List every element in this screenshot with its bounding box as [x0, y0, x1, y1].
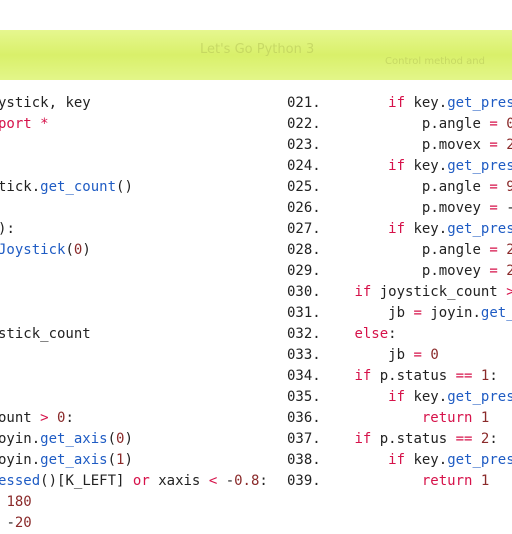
- code-text: else:: [354, 326, 397, 342]
- highlight-band: Let's Go Python 3 Control method and: [0, 30, 512, 80]
- code-text: if p.status == 2:: [354, 431, 498, 447]
- line-number: 030.: [287, 284, 321, 300]
- line-number: 028.: [287, 242, 321, 258]
- code-line: 037. if p.status == 2:: [287, 429, 512, 450]
- code-text: if key.get_press: [388, 95, 512, 111]
- code-line: oyin.get_axis(0): [0, 431, 133, 447]
- line-number: 021.: [287, 95, 321, 111]
- code-line: 021. if key.get_press: [287, 93, 512, 114]
- code-text: if key.get_press: [388, 221, 512, 237]
- code-text: if key.get_press: [388, 452, 512, 468]
- code-line: port *: [0, 116, 49, 132]
- line-number: 036.: [287, 410, 321, 426]
- code-line: 039. return 1: [287, 471, 512, 492]
- line-number: 031.: [287, 305, 321, 321]
- line-number: 033.: [287, 347, 321, 363]
- code-line: -20: [6, 515, 32, 531]
- code-line: 038. if key.get_press: [287, 450, 512, 471]
- code-line: 031. jb = joyin.get_b: [287, 303, 512, 324]
- code-line: 027. if key.get_press: [287, 219, 512, 240]
- code-text: p.angle = 0: [421, 116, 512, 132]
- code-line: 024. if key.get_press: [287, 156, 512, 177]
- code-line: essed()[K_LEFT] or xaxis < -0.8:: [0, 473, 268, 489]
- line-number: 023.: [287, 137, 321, 153]
- code-line: oyin.get_axis(1): [0, 452, 133, 468]
- code-line: 036. return 1: [287, 408, 512, 429]
- code-text: return 1: [421, 410, 490, 426]
- page-header-title: Let's Go Python 3: [200, 42, 315, 57]
- code-text: p.movey = 20: [421, 263, 512, 279]
- line-number: 024.: [287, 158, 321, 174]
- code-text: p.angle = 90: [421, 179, 512, 195]
- code-line: ystick, key: [0, 95, 91, 111]
- code-text: if key.get_press: [388, 389, 512, 405]
- code-line: Joystick(0): [0, 242, 91, 258]
- line-number: 032.: [287, 326, 321, 342]
- code-line: 026. p.movey = -2: [287, 198, 512, 219]
- line-number: 022.: [287, 116, 321, 132]
- code-text: p.angle = 27: [421, 242, 512, 258]
- line-number: 034.: [287, 368, 321, 384]
- right-code-column: 021. if key.get_press022. p.angle = 0023…: [287, 93, 512, 492]
- line-number: 037.: [287, 431, 321, 447]
- line-number: 039.: [287, 473, 321, 489]
- code-line: 028. p.angle = 27: [287, 240, 512, 261]
- code-text: jb = joyin.get_b: [388, 305, 512, 321]
- code-line: 023. p.movex = 20: [287, 135, 512, 156]
- code-text: p.movex = 20: [421, 137, 512, 153]
- code-line: 034. if p.status == 1:: [287, 366, 512, 387]
- code-text: jb = 0: [388, 347, 439, 363]
- code-line: 035. if key.get_press: [287, 387, 512, 408]
- code-line: ):: [0, 221, 15, 237]
- line-number: 035.: [287, 389, 321, 405]
- code-line: 022. p.angle = 0: [287, 114, 512, 135]
- code-line: ount > 0:: [0, 410, 74, 426]
- page-header-subtitle: Control method and: [385, 56, 485, 67]
- code-line: tick.get_count(): [0, 179, 133, 195]
- code-line: 030. if joystick_count >: [287, 282, 512, 303]
- code-line: 025. p.angle = 90: [287, 177, 512, 198]
- line-number: 038.: [287, 452, 321, 468]
- code-line: 033. jb = 0: [287, 345, 512, 366]
- code-line: stick_count: [0, 326, 91, 342]
- code-line: 032. else:: [287, 324, 512, 345]
- code-text: p.movey = -2: [421, 200, 512, 216]
- code-text: return 1: [421, 473, 490, 489]
- line-number: 026.: [287, 200, 321, 216]
- line-number: 027.: [287, 221, 321, 237]
- code-text: if key.get_press: [388, 158, 512, 174]
- code-text: if p.status == 1:: [354, 368, 498, 384]
- code-line: 029. p.movey = 20: [287, 261, 512, 282]
- left-code-column: ystick, key port * tick.get_count()): Joyst…: [0, 93, 268, 534]
- line-number: 025.: [287, 179, 321, 195]
- code-text: if joystick_count >: [354, 284, 512, 300]
- code-line: 180: [6, 494, 32, 510]
- line-number: 029.: [287, 263, 321, 279]
